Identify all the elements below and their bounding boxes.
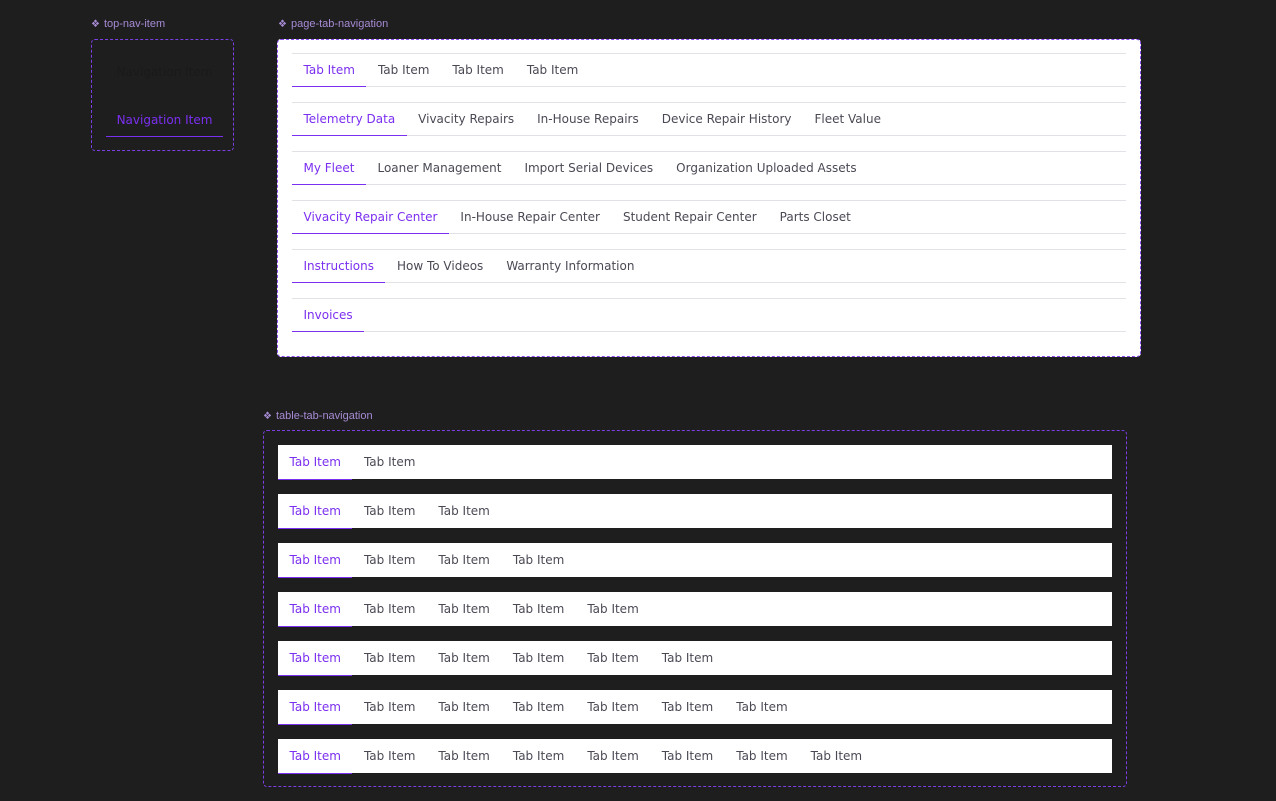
tab-item[interactable]: Tab Item [725, 690, 799, 725]
tab-item[interactable]: Tab Item [576, 739, 650, 774]
tab-item[interactable]: Student Repair Center [611, 201, 768, 234]
page-tab-row: Invoices [292, 298, 1126, 332]
tab-item[interactable]: Parts Closet [768, 201, 862, 234]
tab-item[interactable]: Import Serial Devices [513, 152, 665, 185]
tab-item[interactable]: Warranty Information [495, 250, 646, 283]
component-label-text: table-tab-navigation [275, 410, 373, 422]
table-tab-row: Tab Item Tab Item [278, 445, 1112, 480]
tab-item-active[interactable]: Tab Item [278, 739, 353, 774]
top-nav-item-component-label: ❖ top-nav-item [91, 18, 165, 30]
tab-item[interactable]: Tab Item [501, 690, 575, 725]
tab-item[interactable]: Tab Item [352, 494, 426, 529]
page-tab-navigation-component-label: ❖ page-tab-navigation [278, 18, 388, 30]
component-diamond-icon: ❖ [263, 410, 272, 422]
tab-item[interactable]: Tab Item [427, 592, 501, 627]
component-diamond-icon: ❖ [278, 18, 287, 30]
tab-item[interactable]: Tab Item [501, 592, 575, 627]
table-tab-row: Tab Item Tab Item Tab Item Tab Item [278, 543, 1112, 578]
tab-item[interactable]: Tab Item [576, 592, 650, 627]
table-tab-row: Tab Item Tab Item Tab Item Tab Item Tab Item… [278, 690, 1112, 725]
tab-item-active[interactable]: Telemetry Data [292, 103, 407, 136]
table-tab-row: Tab Item Tab Item Tab Item Tab Item Tab Item… [278, 739, 1112, 774]
tab-item[interactable]: Tab Item [650, 690, 724, 725]
tab-item-active[interactable]: Vivacity Repair Center [292, 201, 449, 234]
tab-item[interactable]: Loaner Management [366, 152, 513, 185]
tab-item-active[interactable]: My Fleet [292, 152, 366, 185]
tab-item[interactable]: Tab Item [427, 543, 501, 578]
page-tab-row: Instructions How To Videos Warranty Inform… [292, 249, 1126, 283]
page-tab-row: Telemetry Data Vivacity Repairs In-House R… [292, 102, 1126, 136]
tab-item-active[interactable]: Tab Item [278, 543, 353, 578]
tab-item[interactable]: In-House Repair Center [449, 201, 612, 234]
table-tab-navigation-frame: Tab Item Tab Item Tab Item Tab Item Tab Item… [263, 430, 1127, 787]
tab-item[interactable]: Tab Item [725, 739, 799, 774]
tab-item[interactable]: Tab Item [427, 690, 501, 725]
tab-item[interactable]: Tab Item [650, 641, 724, 676]
tab-item-active[interactable]: Tab Item [278, 445, 353, 480]
table-tab-navigation-component-label: ❖ table-tab-navigation [263, 410, 373, 422]
tab-item[interactable]: Organization Uploaded Assets [665, 152, 868, 185]
tab-item-active[interactable]: Tab Item [278, 592, 353, 627]
tab-item[interactable]: Tab Item [576, 641, 650, 676]
table-tab-row: Tab Item Tab Item Tab Item Tab Item Tab Item… [278, 641, 1112, 676]
tab-item[interactable]: Tab Item [352, 739, 426, 774]
tab-item[interactable]: Tab Item [427, 494, 501, 529]
tab-item[interactable]: Tab Item [501, 641, 575, 676]
tab-item-active[interactable]: Tab Item [292, 54, 367, 87]
tab-item[interactable]: Tab Item [515, 54, 589, 87]
tab-item[interactable]: Tab Item [352, 592, 426, 627]
tab-item[interactable]: Tab Item [576, 690, 650, 725]
tab-item[interactable]: Tab Item [427, 739, 501, 774]
tab-item[interactable]: In-House Repairs [526, 103, 651, 136]
tab-item[interactable]: Tab Item [352, 690, 426, 725]
tab-item[interactable]: Device Repair History [650, 103, 803, 136]
component-diamond-icon: ❖ [91, 18, 100, 30]
page-tab-row: Vivacity Repair Center In-House Repair Ce… [292, 200, 1126, 234]
tab-item-active[interactable]: Tab Item [278, 690, 353, 725]
tab-item[interactable]: Tab Item [352, 445, 426, 480]
page-tab-navigation-frame: Tab Item Tab Item Tab Item Tab Item Telemetr… [277, 39, 1141, 357]
tab-item[interactable]: Tab Item [501, 543, 575, 578]
page-tab-row: My Fleet Loaner Management Import Serial D… [292, 151, 1126, 185]
tab-item[interactable]: Tab Item [366, 54, 440, 87]
navigation-item-active[interactable]: Navigation Item [106, 103, 223, 137]
tab-item[interactable]: How To Videos [385, 250, 494, 283]
tab-item[interactable]: Tab Item [352, 543, 426, 578]
table-tab-row: Tab Item Tab Item Tab Item [278, 494, 1112, 529]
navigation-item-label: Navigation Item [116, 65, 213, 79]
navigation-item[interactable]: Navigation Item [106, 55, 223, 89]
navigation-item-label: Navigation Item [116, 112, 213, 127]
tab-item[interactable]: Tab Item [427, 641, 501, 676]
top-nav-item-frame: Navigation Item Navigation Item [91, 39, 234, 151]
tab-item[interactable]: Vivacity Repairs [407, 103, 526, 136]
tab-item[interactable]: Tab Item [501, 739, 575, 774]
tab-item-active[interactable]: Tab Item [278, 641, 353, 676]
tab-item-active[interactable]: Invoices [292, 299, 365, 332]
tab-item[interactable]: Tab Item [441, 54, 515, 87]
tab-item-active[interactable]: Instructions [292, 250, 386, 283]
tab-item-active[interactable]: Tab Item [278, 494, 353, 529]
table-tab-row: Tab Item Tab Item Tab Item Tab Item Tab Item [278, 592, 1112, 627]
tab-item[interactable]: Tab Item [352, 641, 426, 676]
page-tab-row: Tab Item Tab Item Tab Item Tab Item [292, 53, 1126, 87]
tab-item[interactable]: Tab Item [799, 739, 873, 774]
component-label-text: page-tab-navigation [290, 18, 389, 30]
component-label-text: top-nav-item [103, 18, 166, 30]
tab-item[interactable]: Tab Item [650, 739, 724, 774]
tab-item[interactable]: Fleet Value [803, 103, 892, 136]
